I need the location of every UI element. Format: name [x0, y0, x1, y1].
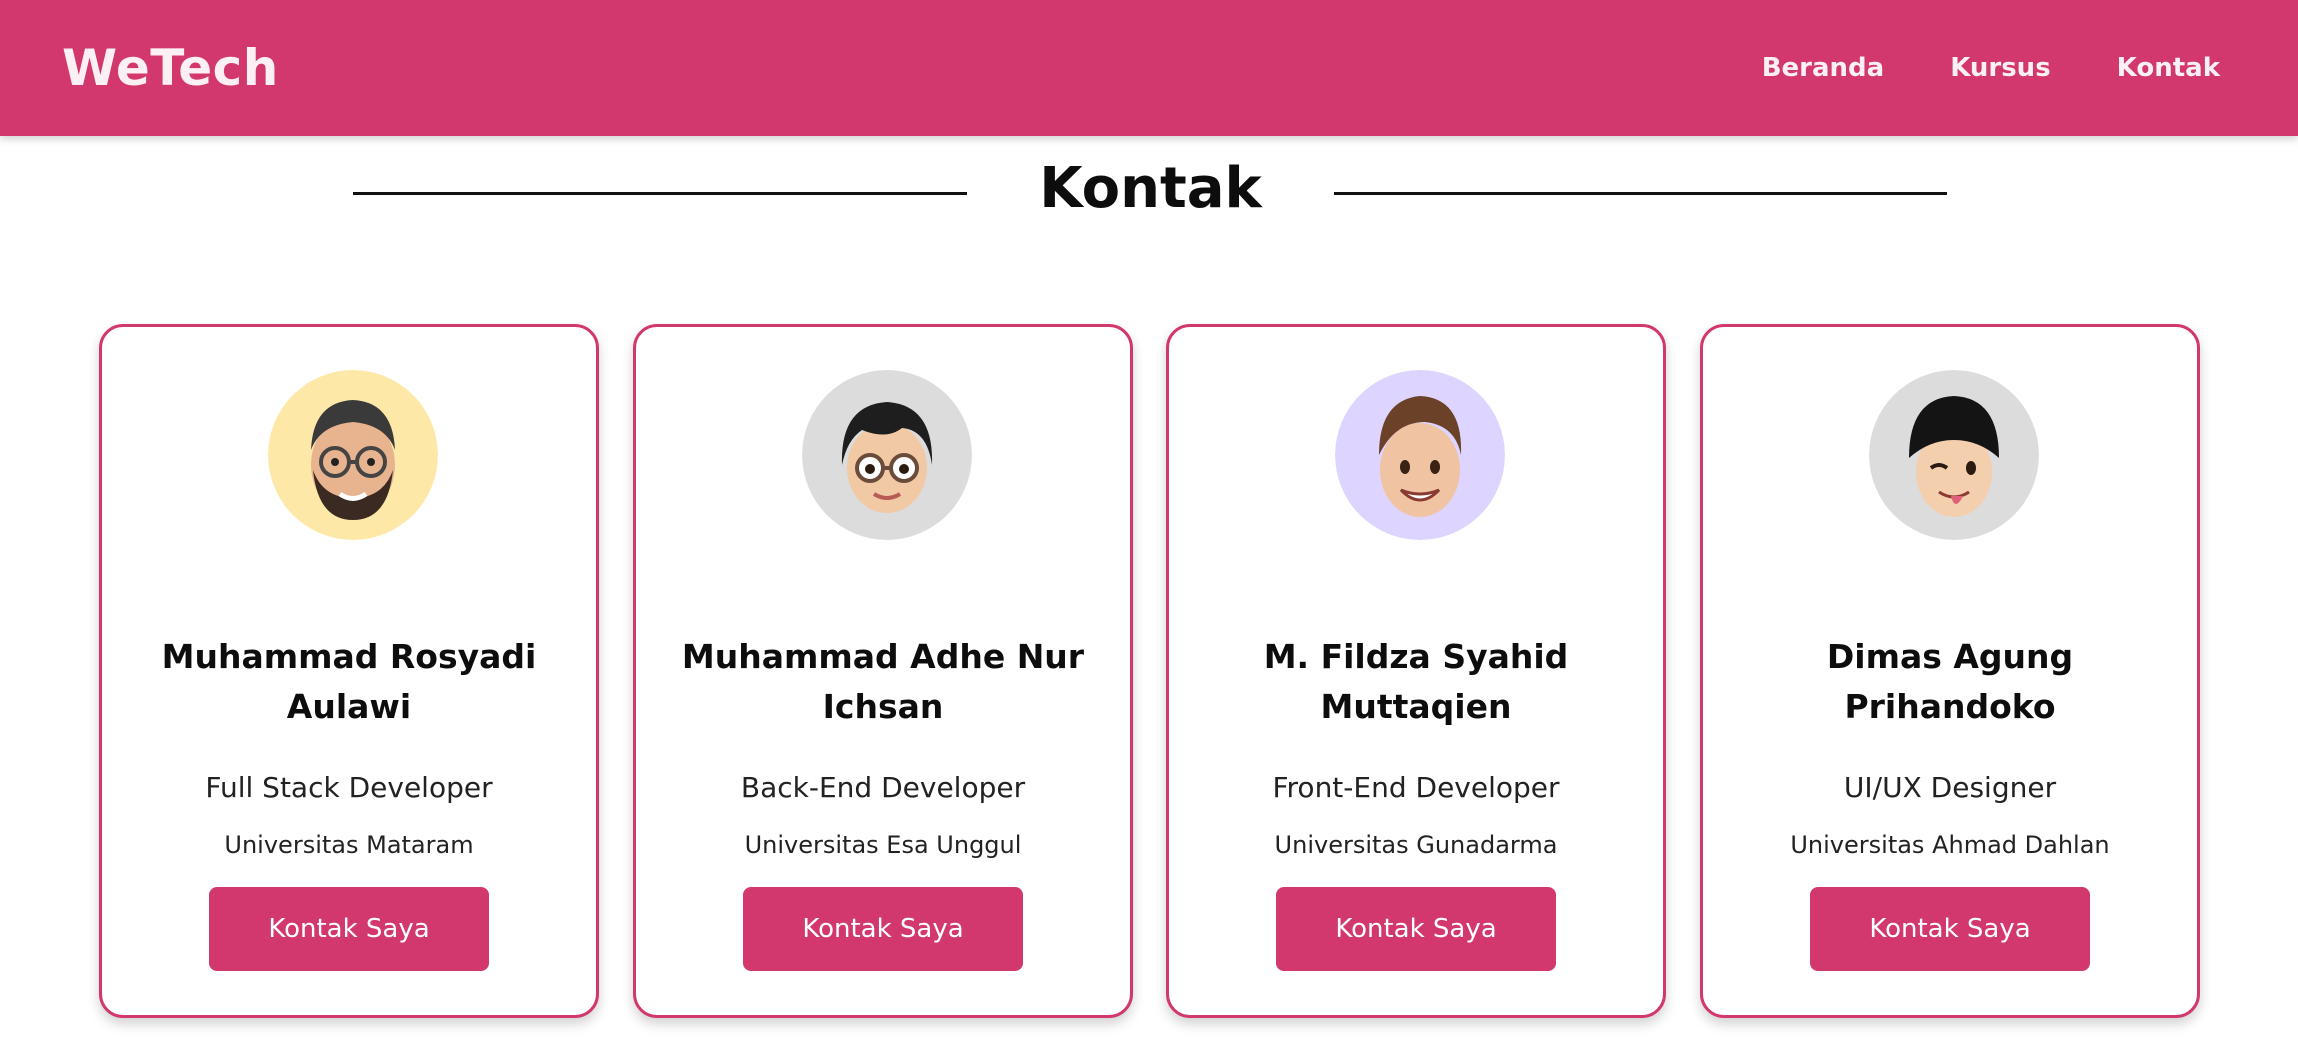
brand-logo[interactable]: WeTech — [62, 39, 279, 97]
navbar: WeTech Beranda Kursus Kontak — [0, 0, 2298, 136]
nav-link-beranda[interactable]: Beranda — [1762, 53, 1884, 83]
card-name: Dimas Agung Prihandoko — [1826, 637, 2074, 726]
contact-card: Muhammad Adhe Nur Ichsan Back-End Develo… — [633, 324, 1133, 1018]
contact-me-button[interactable]: Kontak Saya — [1810, 887, 2090, 971]
section-header: Kontak — [0, 150, 2298, 240]
card-role: Full Stack Developer — [205, 771, 493, 804]
card-role: Front-End Developer — [1272, 771, 1560, 804]
nav-link-kontak[interactable]: Kontak — [2117, 53, 2220, 83]
card-university: Universitas Ahmad Dahlan — [1790, 831, 2110, 859]
contact-card: Dimas Agung Prihandoko UI/UX Designer Un… — [1700, 324, 2200, 1018]
contact-me-button[interactable]: Kontak Saya — [209, 887, 489, 971]
contact-card: M. Fildza Syahid Muttaqien Front-End Dev… — [1166, 324, 1666, 1018]
nav-links: Beranda Kursus Kontak — [1696, 53, 2220, 83]
contact-cards: Muhammad Rosyadi Aulawi Full Stack Devel… — [99, 324, 2201, 1018]
memoji-winking-beanie-icon — [1869, 370, 2039, 540]
title-divider-right — [1334, 192, 1947, 195]
avatar — [268, 370, 438, 540]
avatar — [1869, 370, 2039, 540]
card-name: M. Fildza Syahid Muttaqien — [1263, 637, 1569, 726]
memoji-glasses-icon — [802, 370, 972, 540]
nav-link-kursus[interactable]: Kursus — [1950, 53, 2050, 83]
card-role: UI/UX Designer — [1843, 771, 2057, 804]
title-divider-left — [353, 192, 967, 195]
section-title: Kontak — [1039, 156, 1262, 221]
avatar — [802, 370, 972, 540]
card-university: Universitas Esa Unggul — [744, 831, 1022, 859]
memoji-smiling-icon — [1335, 370, 1505, 540]
contact-me-button[interactable]: Kontak Saya — [1276, 887, 1556, 971]
memoji-bearded-glasses-icon — [268, 370, 438, 540]
contact-me-button[interactable]: Kontak Saya — [743, 887, 1023, 971]
card-university: Universitas Gunadarma — [1274, 831, 1558, 859]
card-role: Back-End Developer — [740, 771, 1026, 804]
card-name: Muhammad Adhe Nur Ichsan — [681, 637, 1085, 726]
contact-card: Muhammad Rosyadi Aulawi Full Stack Devel… — [99, 324, 599, 1018]
card-university: Universitas Mataram — [224, 831, 474, 859]
avatar — [1335, 370, 1505, 540]
card-name: Muhammad Rosyadi Aulawi — [161, 637, 537, 726]
